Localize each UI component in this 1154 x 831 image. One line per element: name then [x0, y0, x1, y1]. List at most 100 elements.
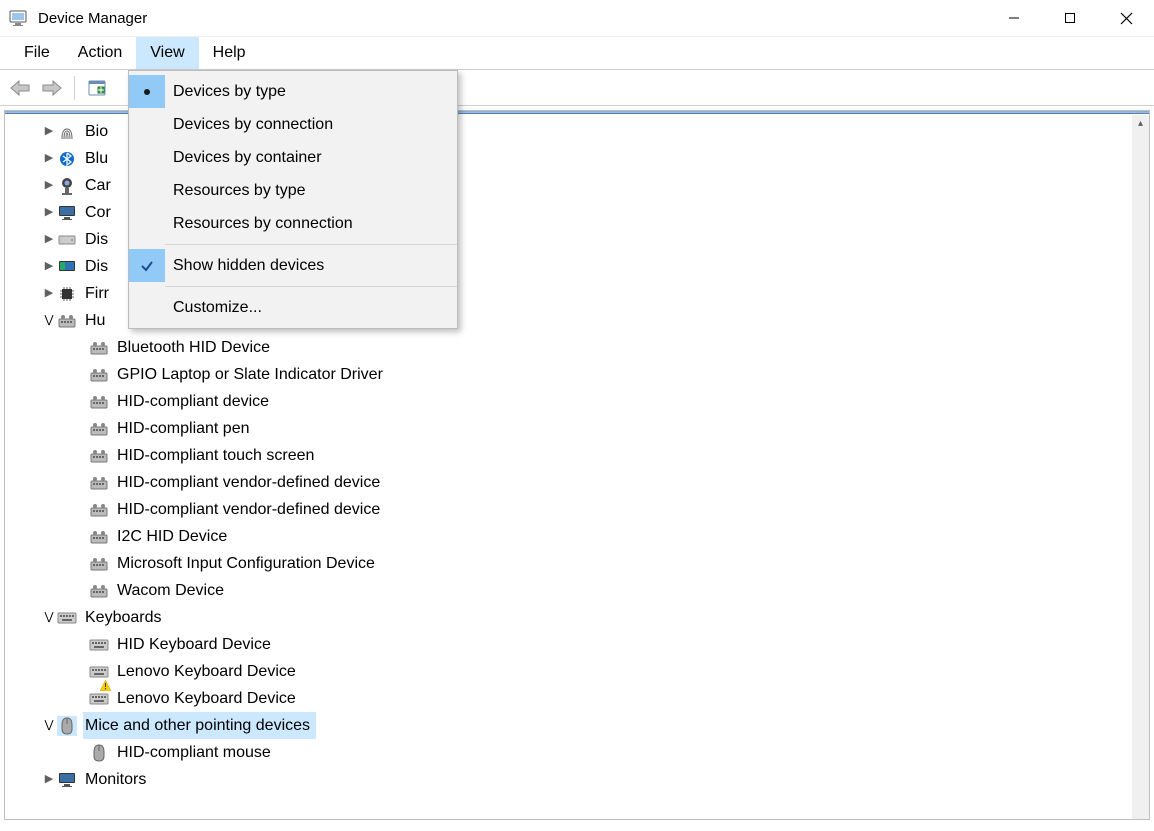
tree-category-keyboards[interactable]: ⋁ Keyboards [5, 604, 1149, 631]
menu-label: Resources by type [165, 182, 306, 200]
window-title: Device Manager [38, 10, 147, 27]
chevron-right-icon[interactable]: ▶ [41, 199, 57, 226]
menu-action[interactable]: Action [64, 37, 136, 69]
tree-item[interactable]: Lenovo Keyboard Device [5, 658, 1149, 685]
tree-item[interactable]: Microsoft Input Configuration Device [5, 550, 1149, 577]
tree-item[interactable]: HID-compliant vendor-defined device [5, 469, 1149, 496]
menu-file[interactable]: File [10, 37, 64, 69]
tree-item[interactable]: Wacom Device [5, 577, 1149, 604]
tree-label: Keyboards [83, 604, 166, 631]
chevron-right-icon[interactable]: ▶ [41, 172, 57, 199]
tree-label: HID-compliant device [115, 388, 273, 415]
camera-icon [57, 176, 77, 196]
warning-icon [100, 673, 111, 684]
bluetooth-icon [57, 149, 77, 169]
tree-label: Blu [83, 145, 112, 172]
hid-icon [89, 500, 109, 520]
tree-item[interactable]: GPIO Laptop or Slate Indicator Driver [5, 361, 1149, 388]
tree-label: I2C HID Device [115, 523, 231, 550]
menu-customize[interactable]: Customize... [129, 291, 457, 324]
hid-icon [57, 311, 77, 331]
chevron-right-icon[interactable]: ▶ [41, 253, 57, 280]
tree-label: Cor [83, 199, 115, 226]
keyboard-icon [57, 608, 77, 628]
tree-category-mice[interactable]: ⋁ Mice and other pointing devices [5, 712, 1149, 739]
tree-item[interactable]: I2C HID Device [5, 523, 1149, 550]
menu-label: Show hidden devices [165, 257, 324, 275]
tree-label: HID-compliant pen [115, 415, 254, 442]
device-manager-icon [8, 8, 28, 28]
hid-icon [89, 365, 109, 385]
menu-help[interactable]: Help [199, 37, 260, 69]
tree-label: HID-compliant mouse [115, 739, 275, 766]
chevron-right-icon[interactable]: ▶ [41, 280, 57, 307]
tree-label: Bio [83, 118, 112, 145]
chevron-down-icon[interactable]: ⋁ [41, 307, 57, 334]
tree-item[interactable]: Bluetooth HID Device [5, 334, 1149, 361]
menu-devices-by-type[interactable]: Devices by type [129, 75, 457, 108]
tree-item[interactable]: HID-compliant mouse [5, 739, 1149, 766]
tree-label: Firr [83, 280, 113, 307]
hid-icon [89, 338, 109, 358]
maximize-button[interactable] [1042, 0, 1098, 36]
menu-separator [165, 244, 457, 245]
toolbar-separator [74, 76, 75, 100]
menu-devices-by-connection[interactable]: Devices by connection [129, 108, 457, 141]
menu-devices-by-container[interactable]: Devices by container [129, 141, 457, 174]
tree-label: HID-compliant vendor-defined device [115, 469, 384, 496]
tree-label: Car [83, 172, 115, 199]
hid-icon [89, 554, 109, 574]
tree-label: Dis [83, 253, 112, 280]
menu-resources-by-connection[interactable]: Resources by connection [129, 207, 457, 240]
tree-item[interactable]: HID-compliant touch screen [5, 442, 1149, 469]
monitor-icon [57, 203, 77, 223]
check-icon [129, 249, 165, 282]
chevron-down-icon[interactable]: ⋁ [41, 712, 57, 739]
tree-label: HID-compliant touch screen [115, 442, 318, 469]
menu-view[interactable]: View [136, 37, 198, 69]
chevron-right-icon[interactable]: ▶ [41, 766, 57, 793]
tree-label: Dis [83, 226, 112, 253]
keyboard-icon [89, 662, 109, 682]
vertical-scrollbar[interactable]: ▴ [1132, 115, 1149, 819]
view-dropdown: Devices by type Devices by connection De… [128, 70, 458, 329]
tree-item[interactable]: HID-compliant vendor-defined device [5, 496, 1149, 523]
close-button[interactable] [1098, 0, 1154, 36]
forward-button[interactable] [38, 74, 66, 102]
mouse-icon [89, 743, 109, 763]
menu-label: Devices by type [165, 83, 286, 101]
menu-resources-by-type[interactable]: Resources by type [129, 174, 457, 207]
properties-button[interactable] [83, 74, 111, 102]
chevron-right-icon[interactable]: ▶ [41, 118, 57, 145]
hid-icon [89, 392, 109, 412]
tree-label: HID Keyboard Device [115, 631, 275, 658]
tree-item[interactable]: HID-compliant pen [5, 415, 1149, 442]
tree-label: HID-compliant vendor-defined device [115, 496, 384, 523]
hid-icon [89, 527, 109, 547]
tree-label: Wacom Device [115, 577, 228, 604]
tree-category-monitors[interactable]: ▶ Monitors [5, 766, 1149, 793]
display-adapter-icon [57, 257, 77, 277]
keyboard-icon [89, 635, 109, 655]
tree-label: Lenovo Keyboard Device [115, 658, 300, 685]
bullet-icon [129, 75, 165, 108]
disk-icon [57, 230, 77, 250]
chevron-right-icon[interactable]: ▶ [41, 226, 57, 253]
chevron-down-icon[interactable]: ⋁ [41, 604, 57, 631]
scroll-up-icon[interactable]: ▴ [1132, 115, 1149, 132]
keyboard-icon [89, 689, 109, 709]
menu-label: Customize... [165, 299, 262, 317]
tree-label: Mice and other pointing devices [83, 712, 316, 739]
minimize-button[interactable] [986, 0, 1042, 36]
hid-icon [89, 473, 109, 493]
fingerprint-icon [57, 122, 77, 142]
tree-label: GPIO Laptop or Slate Indicator Driver [115, 361, 387, 388]
tree-item[interactable]: HID-compliant device [5, 388, 1149, 415]
back-button[interactable] [6, 74, 34, 102]
chevron-right-icon[interactable]: ▶ [41, 145, 57, 172]
menu-show-hidden[interactable]: Show hidden devices [129, 249, 457, 282]
menu-separator [165, 286, 457, 287]
tree-label: Hu [83, 307, 109, 334]
tree-item[interactable]: HID Keyboard Device [5, 631, 1149, 658]
tree-item[interactable]: Lenovo Keyboard Device [5, 685, 1149, 712]
